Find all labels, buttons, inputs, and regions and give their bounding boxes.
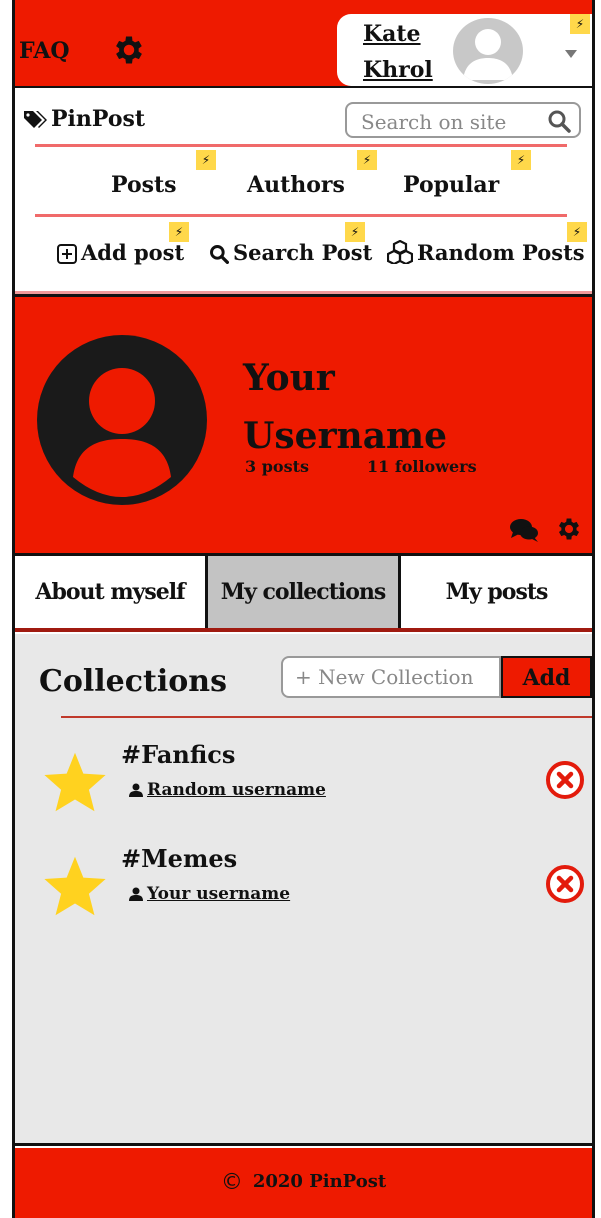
user-avatar-icon	[37, 335, 207, 505]
search-input[interactable]: Search on site	[345, 102, 581, 138]
search-post-button[interactable]: Search Post	[209, 240, 372, 265]
divider	[35, 144, 567, 147]
new-collection-input[interactable]: + New Collection	[281, 656, 501, 698]
profile-name: Your Username	[243, 357, 448, 457]
remove-icon[interactable]	[545, 760, 585, 800]
plus-square-icon	[57, 244, 77, 264]
collection-name[interactable]: #Fanfics	[121, 740, 235, 769]
footer-copyright: © 2020 PinPost	[220, 1170, 387, 1195]
cubes-icon	[386, 239, 414, 266]
random-posts-button[interactable]: Random Posts	[386, 239, 585, 266]
collection-owner-link[interactable]: Your username	[129, 884, 290, 904]
bolt-icon: ⚡	[357, 150, 377, 170]
avatar[interactable]	[453, 18, 523, 84]
tab-my-collections[interactable]: My collections	[208, 556, 401, 628]
top-bar: FAQ Kate Khrol ⚡	[15, 0, 592, 88]
faq-link[interactable]: FAQ	[19, 38, 70, 64]
bolt-icon: ⚡	[345, 222, 365, 242]
bolt-icon: ⚡	[511, 150, 531, 170]
nav-link-posts[interactable]: Posts	[111, 172, 177, 198]
followers-count[interactable]: 11 followers	[367, 457, 477, 476]
user-icon	[129, 783, 143, 797]
divider	[35, 214, 567, 217]
collection-owner-link[interactable]: Random username	[129, 780, 326, 800]
user-icon	[129, 887, 143, 901]
tab-about-myself[interactable]: About myself	[15, 556, 208, 628]
posts-count[interactable]: 3 posts	[245, 457, 309, 476]
collection-item[interactable]: #Memes Your username	[15, 844, 592, 924]
add-post-button[interactable]: Add post	[57, 240, 184, 265]
remove-icon[interactable]	[545, 864, 585, 904]
bolt-icon: ⚡	[567, 222, 587, 242]
chevron-down-icon[interactable]	[565, 50, 577, 58]
profile-header: Your Username 3 posts 11 followers	[15, 294, 592, 556]
nav-link-authors[interactable]: Authors	[247, 172, 345, 198]
nav-link-popular[interactable]: Popular	[403, 172, 499, 198]
app-frame: FAQ Kate Khrol ⚡ PinPost Search on site …	[12, 0, 595, 1218]
logo[interactable]: PinPost	[23, 106, 145, 132]
bolt-icon: ⚡	[196, 150, 216, 170]
add-collection-button[interactable]: Add	[501, 656, 592, 698]
copyright-icon: ©	[220, 1170, 243, 1195]
star-icon[interactable]	[41, 750, 109, 814]
tags-icon	[24, 111, 47, 128]
navigation: PinPost Search on site ⚡ ⚡ ⚡ Posts Autho…	[15, 90, 592, 294]
tab-my-posts[interactable]: My posts	[401, 556, 592, 628]
user-name-link[interactable]: Kate Khrol	[363, 16, 453, 88]
collections-title: Collections	[39, 664, 227, 699]
bolt-icon: ⚡	[169, 222, 189, 242]
search-icon[interactable]	[547, 109, 571, 133]
star-icon[interactable]	[41, 854, 109, 918]
gear-icon[interactable]	[555, 515, 583, 543]
user-icon	[463, 29, 513, 80]
search-icon	[210, 245, 229, 264]
collections-panel: Collections + New Collection Add #Fanfic…	[15, 634, 592, 1146]
user-menu[interactable]: Kate Khrol ⚡	[337, 14, 592, 86]
profile-tabs: About myself My collections My posts	[15, 556, 592, 632]
divider	[61, 716, 592, 718]
comments-icon[interactable]	[509, 517, 539, 543]
bolt-icon: ⚡	[570, 14, 590, 34]
collection-name[interactable]: #Memes	[121, 844, 237, 873]
gear-icon[interactable]	[111, 32, 147, 68]
collection-item[interactable]: #Fanfics Random username	[15, 740, 592, 820]
footer: © 2020 PinPost	[15, 1148, 592, 1218]
